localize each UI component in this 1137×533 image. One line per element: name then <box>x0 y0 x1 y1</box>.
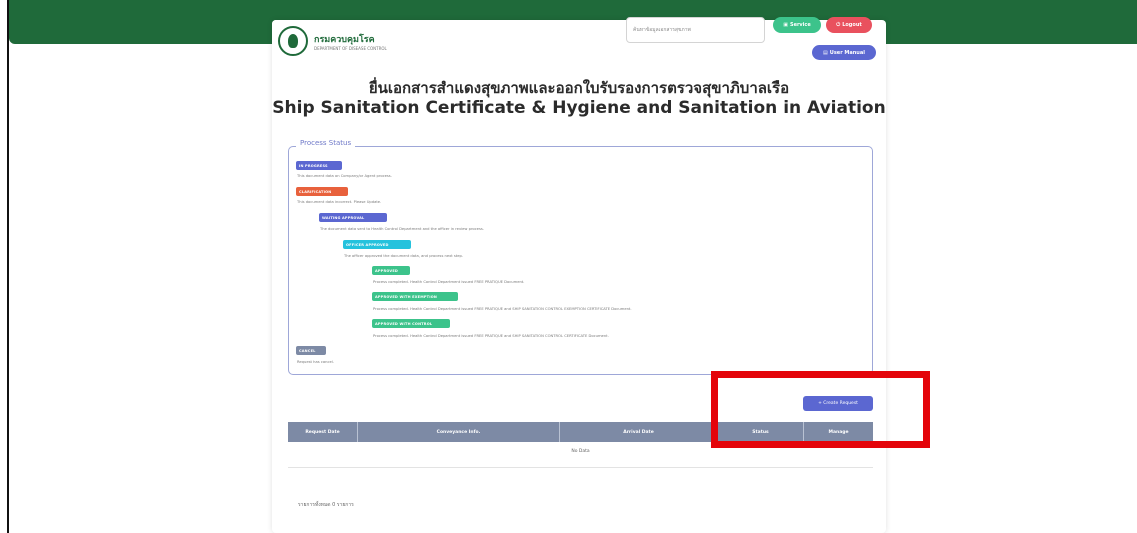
page-title-thai: ยื่นเอกสารสำแดงสุขภาพและออกใบรับรองการตร… <box>368 79 790 97</box>
logo-text: กรมควบคุมโรค DEPARTMENT OF DISEASE CONTR… <box>314 32 387 51</box>
status-badge-approved-with-control: APPROVED WITH CONTROL <box>372 319 450 328</box>
column-conveyance-info[interactable]: Conveyance Info. <box>358 422 560 442</box>
status-badge-clarification: CLARIFICATION <box>296 187 348 196</box>
status-desc-approved-with-control: Process completed. Health Control Depart… <box>373 334 609 338</box>
manual-label: User Manual <box>829 49 865 56</box>
status-desc-approved-with-exemption: Process completed. Health Control Depart… <box>373 307 632 311</box>
status-badge-waiting-approval: WAITING APPROVAL <box>319 213 387 222</box>
highlight-box <box>711 371 930 448</box>
process-status-legend: Process Status <box>296 139 356 147</box>
column-request-date[interactable]: Request Date <box>288 422 358 442</box>
status-desc-approved: Process completed. Health Control Depart… <box>373 280 525 284</box>
service-label: Service <box>789 22 811 28</box>
page-title-english: Ship Sanitation Certificate & Hygiene an… <box>272 98 886 118</box>
status-desc-in-progress: This document data on Company/or Agent p… <box>297 174 392 178</box>
status-badge-cancel: CANCEL <box>296 346 326 355</box>
logout-icon: ⏻ <box>836 22 841 28</box>
ddc-logo-icon <box>278 26 308 56</box>
logout-button[interactable]: ⏻ Logout <box>826 17 872 33</box>
process-status-panel <box>288 146 873 375</box>
user-manual-button[interactable]: ▤ User Manual <box>812 45 876 60</box>
book-icon: ▤ <box>823 49 828 56</box>
table-empty-message: No Data <box>571 449 590 454</box>
status-badge-officer-approved: OFFICER APPROVED <box>343 240 411 249</box>
search-input[interactable]: ค้นหาข้อมูลเอกสารสุขภาพ <box>626 17 765 43</box>
total-count-text: รายการทั้งหมด 0 รายการ <box>298 502 354 508</box>
status-badge-in-progress: IN PROGRESS <box>296 161 342 170</box>
app-frame: กรมควบคุมโรค DEPARTMENT OF DISEASE CONTR… <box>0 0 1137 533</box>
column-arrival-date[interactable]: Arrival Date <box>560 422 718 442</box>
logo-subtitle: DEPARTMENT OF DISEASE CONTROL <box>314 45 387 51</box>
service-button[interactable]: ▣ Service <box>773 17 821 33</box>
logout-label: Logout <box>842 22 862 28</box>
logo-name: กรมควบคุมโรค <box>314 34 375 45</box>
logo[interactable]: กรมควบคุมโรค DEPARTMENT OF DISEASE CONTR… <box>272 20 390 62</box>
service-icon: ▣ <box>783 22 788 28</box>
status-desc-officer-approved: The officer approved the document data, … <box>344 254 464 258</box>
status-badge-approved: APPROVED <box>372 266 410 275</box>
status-desc-cancel: Request has cancel. <box>297 360 334 364</box>
window-edge <box>7 0 9 533</box>
table-divider <box>288 467 873 468</box>
status-desc-waiting-approval: The document data sent to Health Control… <box>320 227 484 231</box>
status-badge-approved-with-exemption: APPROVED WITH EXEMPTION <box>372 292 458 301</box>
status-desc-clarification: This document data incorrect. Please Upd… <box>297 200 382 204</box>
